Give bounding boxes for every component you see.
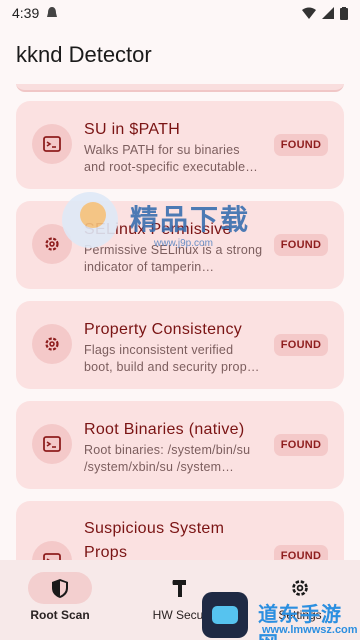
check-title: Suspicious System Props <box>84 520 225 560</box>
nav-item-root-scan[interactable]: Root Scan <box>0 560 120 640</box>
shield-icon <box>52 578 68 598</box>
hammer-icon <box>172 580 186 597</box>
check-card-suspicious-system-props[interactable]: Suspicious System Props FOUND <box>16 501 344 560</box>
status-time: 4:39 <box>12 5 40 21</box>
check-list[interactable]: SU in $PATH Walks PATH for su binaries a… <box>0 84 360 560</box>
check-card-su-in-path[interactable]: SU in $PATH Walks PATH for su binaries a… <box>16 101 344 189</box>
notification-icon <box>47 7 58 17</box>
status-bar: 4:39 <box>0 0 360 26</box>
check-description: Walks PATH for su binaries and root-spec… <box>84 143 258 174</box>
check-description: Root binaries: /system/bin/su /system/xb… <box>84 443 251 474</box>
check-description: Flags inconsistent verified boot, build … <box>84 343 260 374</box>
terminal-icon <box>32 424 72 464</box>
check-title: SELinux Permissive <box>84 221 232 238</box>
car-icon <box>212 606 238 624</box>
previous-card-edge <box>16 84 344 92</box>
status-badge: FOUND <box>274 434 328 456</box>
battery-icon <box>340 6 348 20</box>
signal-icon <box>322 7 334 19</box>
check-title: Root Binaries (native) <box>84 421 245 438</box>
terminal-icon <box>32 541 72 560</box>
nav-label: Root Scan <box>30 608 90 622</box>
status-badge: FOUND <box>274 334 328 356</box>
check-card-selinux-permissive[interactable]: SELinux Permissive Permissive SELinux is… <box>16 201 344 289</box>
check-title: SU in $PATH <box>84 121 181 138</box>
app-title: kknd Detector <box>16 42 152 67</box>
gear-icon <box>32 224 72 264</box>
check-description: Permissive SELinux is a strong indicator… <box>84 243 263 274</box>
nav-label: HW Secur <box>152 608 208 622</box>
status-badge: FOUND <box>274 234 328 256</box>
check-card-property-consistency[interactable]: Property Consistency Flags inconsistent … <box>16 301 344 389</box>
terminal-icon <box>32 124 72 164</box>
status-icons <box>302 6 348 20</box>
wifi-icon <box>302 7 316 19</box>
nav-pill <box>28 572 92 604</box>
gear-icon <box>32 324 72 364</box>
check-title: Property Consistency <box>84 321 243 338</box>
corner-watermark-logo <box>202 592 248 638</box>
gear-icon <box>292 580 308 596</box>
status-badge: FOUND <box>274 545 328 560</box>
check-card-root-binaries[interactable]: Root Binaries (native) Root binaries: /s… <box>16 401 344 489</box>
status-badge: FOUND <box>274 134 328 156</box>
app-bar: kknd Detector <box>0 26 360 84</box>
corner-watermark-url: www.lmwwsz.com <box>262 624 358 636</box>
